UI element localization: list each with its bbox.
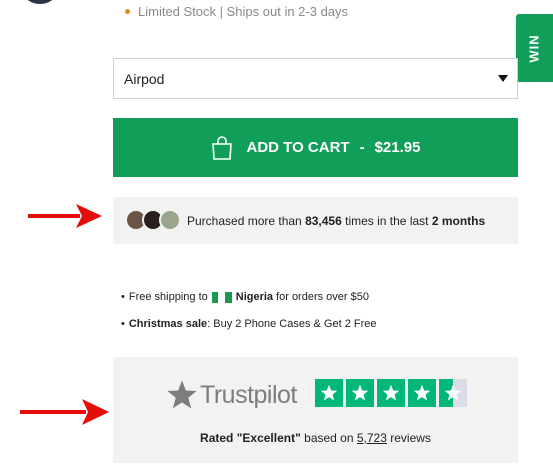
win-tab[interactable]: WIN [516,14,553,82]
add-to-cart-label: ADD TO CART [246,139,350,156]
customer-avatars [125,208,185,233]
list-item: • Free shipping to Nigeria for orders ov… [121,291,369,303]
stock-status: Limited Stock | Ships out in 2-3 days [113,4,348,19]
trustpilot-stars [315,379,470,407]
red-arrow-icon [28,204,102,228]
caret-down-icon [498,75,508,82]
trustpilot-rating: Rated "Excellent" based on 5,723 reviews [113,431,518,445]
social-proof-banner: Purchased more than 83,456 times in the … [113,197,518,244]
nigeria-flag-icon [211,291,232,303]
add-to-cart-button[interactable]: ADD TO CART - $21.95 [113,118,518,177]
perk-country: Nigeria [235,291,274,303]
rating-word: Rated "Excellent" [200,431,301,445]
reviews-label: reviews [390,431,431,445]
trustpilot-widget[interactable]: Trustpilot Rated "Excellent" based on 5,… [113,357,518,463]
avatar [159,208,181,231]
win-tab-label: WIN [527,33,542,63]
add-to-cart-separator: - [359,139,365,156]
stock-text: Limited Stock | Ships out in 2-3 days [138,4,349,19]
model-select-value: Airpod [124,70,165,87]
perk-text: Free shipping to [128,291,208,303]
trustpilot-star-icon [439,379,467,407]
social-proof-period: 2 months [431,213,486,228]
review-count-link[interactable]: 5,723 [357,431,387,445]
red-arrow-icon [20,399,109,425]
trustpilot-star-icon [346,379,374,407]
avatar [22,0,58,4]
perk-text: : Buy 2 Phone Cases & Get 2 Free [207,318,377,330]
trustpilot-logo: Trustpilot [166,379,297,411]
list-item: • Christmas sale: Buy 2 Phone Cases & Ge… [121,318,377,330]
stock-dot-icon [125,9,130,14]
trustpilot-star-icon [408,379,436,407]
social-proof-count: 83,456 [305,213,342,228]
perks-list: • Free shipping to Nigeria for orders ov… [121,290,377,344]
add-to-cart-price: $21.95 [374,139,421,156]
social-proof-prefix: Purchased more than [187,213,302,228]
trustpilot-brand: Trustpilot [200,380,297,409]
trustpilot-star-icon [315,379,343,407]
rating-based-on: based on [304,431,354,445]
perk-highlight: Christmas sale [128,318,208,330]
shopping-bag-icon [211,135,232,160]
social-proof-middle: times in the last [345,213,429,228]
trustpilot-star-icon [377,379,405,407]
model-select[interactable]: Airpod [113,58,518,99]
perk-text: for orders over $50 [276,291,369,303]
star-icon [167,380,197,409]
